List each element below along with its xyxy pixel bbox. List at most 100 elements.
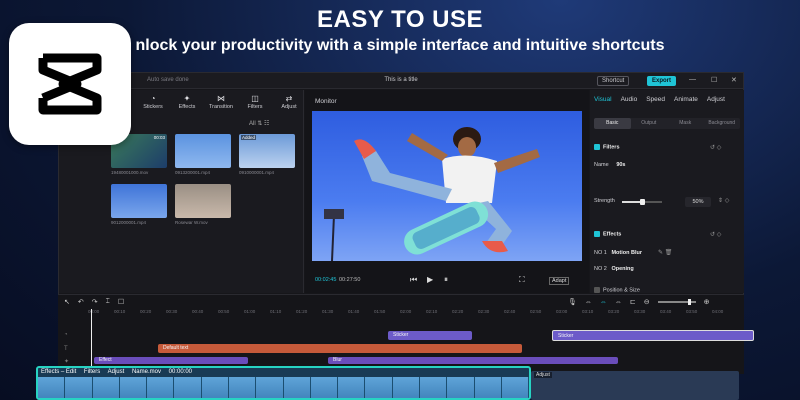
effects-checkbox[interactable] xyxy=(594,231,600,237)
subtab-mask[interactable]: Mask xyxy=(667,118,704,129)
pause-icon[interactable]: ⏸ xyxy=(444,275,448,285)
clip-duration: 00:00:00 xyxy=(168,369,193,375)
play-icon[interactable]: ▶ xyxy=(427,275,433,284)
ruler-tick-label: 00:40 xyxy=(192,309,204,314)
ruler-tick-label: 02:10 xyxy=(426,309,438,314)
clip-frame xyxy=(119,377,148,398)
preview-axis-icon[interactable]: ⇔ xyxy=(615,299,622,306)
snap-icon[interactable]: ⇔ xyxy=(600,299,607,306)
project-title[interactable]: This is a title xyxy=(59,77,743,83)
export-button[interactable]: Export xyxy=(647,76,677,86)
effects-reset-icon[interactable]: ↺ ◇ xyxy=(710,231,721,238)
skater-illustration xyxy=(324,127,540,261)
ruler-tick-label: 02:20 xyxy=(452,309,464,314)
undo-icon[interactable]: ↶ xyxy=(78,298,84,306)
subtab-basic[interactable]: Basic xyxy=(594,118,631,129)
mic-icon[interactable]: 🎙 xyxy=(568,298,577,306)
clip-effects-label[interactable]: Effects – Edit xyxy=(41,369,76,375)
subtab-background[interactable]: Background xyxy=(704,118,741,129)
clip-adjust-label[interactable]: Adjust xyxy=(108,369,125,375)
clip-frames xyxy=(38,377,529,398)
media-thumb[interactable] xyxy=(111,184,167,218)
position-checkbox[interactable] xyxy=(594,287,600,293)
transition-icon: ⋈ xyxy=(217,94,225,103)
main-video-clip[interactable]: Effects – Edit Filters Adjust Name.mov 0… xyxy=(36,366,531,400)
fullscreen-icon[interactable]: ⛶ xyxy=(519,275,525,285)
sticker-clip-selected[interactable]: Sticker xyxy=(552,330,754,341)
skip-back-icon[interactable]: ⏮ xyxy=(410,275,417,285)
thumb-caption: 19480001000.mov xyxy=(111,170,149,175)
tab-adjust[interactable]: Adjust xyxy=(707,96,725,103)
tab-visual[interactable]: Visual xyxy=(594,96,612,103)
toolbar-stickers[interactable]: ◔ Stickers xyxy=(139,94,167,110)
toolbar-filters[interactable]: ◫ Filters xyxy=(241,94,269,110)
ruler-tick-label: 01:20 xyxy=(296,309,308,314)
split-icon[interactable]: ⌶ xyxy=(106,298,110,306)
effect-clip[interactable]: Blur xyxy=(328,357,618,364)
ruler-tick-label: 01:40 xyxy=(348,309,360,314)
ruler-tick-label: 02:50 xyxy=(530,309,542,314)
ruler-tick-label: 02:40 xyxy=(504,309,516,314)
ruler-tick-label: 00:50 xyxy=(218,309,230,314)
close-icon[interactable]: ✕ xyxy=(731,76,737,84)
clip-frame xyxy=(228,377,257,398)
timeline-tools: ↖ ↶ ↷ ⌶ ☐ xyxy=(64,298,124,306)
subtab-output[interactable]: Output xyxy=(631,118,668,129)
clip-frame xyxy=(201,377,229,398)
select-icon[interactable]: ↖ xyxy=(64,298,70,306)
strength-value[interactable]: 50% xyxy=(685,197,711,207)
tab-speed[interactable]: Speed xyxy=(646,96,665,103)
titlebar: Auto save done This is a title Shortcut … xyxy=(59,73,743,89)
filters-section[interactable]: Filters xyxy=(594,144,620,150)
asset-toolbar: ◔ Stickers ✦ Effects ⋈ Transition ◫ Filters … xyxy=(139,94,303,110)
adapt-button[interactable]: Adapt xyxy=(549,277,570,285)
clip-frame xyxy=(92,377,120,398)
position-section[interactable]: Position & Size xyxy=(594,287,640,293)
reset-icon[interactable]: ↺ ◇ xyxy=(710,144,721,151)
redo-icon[interactable]: ↷ xyxy=(92,298,98,306)
tab-animate[interactable]: Animate xyxy=(674,96,698,103)
toolbar-effects[interactable]: ✦ Effects xyxy=(173,94,201,110)
zoom-in-icon[interactable]: ⊕ xyxy=(704,298,710,306)
secondary-video-clip[interactable]: Adjust xyxy=(531,371,739,400)
link-icon[interactable]: ⇔ xyxy=(585,299,592,306)
ruler-tick-label: 00:20 xyxy=(140,309,152,314)
toolbar-adjust[interactable]: ⇄ Adjust xyxy=(275,94,303,110)
media-filter[interactable]: All ⇅ ☷ xyxy=(249,120,269,127)
effects-section[interactable]: Effects xyxy=(594,231,621,237)
thumb-caption: Rosewar W.mov xyxy=(175,220,208,225)
filters-checkbox[interactable] xyxy=(594,144,600,150)
effect-clip[interactable]: Effect xyxy=(94,357,248,364)
text-clip[interactable]: Default text xyxy=(158,344,522,353)
thumb-caption: 9012000001.mp4 xyxy=(111,220,147,225)
strength-slider-knob[interactable] xyxy=(640,199,645,205)
media-thumb[interactable] xyxy=(175,184,231,218)
media-thumb[interactable]: Added xyxy=(239,134,295,168)
edit-icon[interactable]: ✎ 🗑 xyxy=(658,249,672,256)
toolbar-transition[interactable]: ⋈ Transition xyxy=(207,94,235,110)
magnet-icon[interactable]: ⊏ xyxy=(630,298,636,306)
ruler-tick-label: 02:00 xyxy=(400,309,412,314)
media-thumb[interactable] xyxy=(175,134,231,168)
timeline-right-tools: 🎙 ⇔ ⇔ ⇔ ⊏ ⊖ ⊕ xyxy=(568,298,710,307)
strength-slider[interactable] xyxy=(622,199,662,205)
sticker-clip[interactable]: Sticker xyxy=(388,331,472,340)
tab-audio[interactable]: Audio xyxy=(621,96,638,103)
shortcut-button[interactable]: Shortcut xyxy=(597,76,630,86)
filters-icon: ◫ xyxy=(251,94,259,103)
minimize-icon[interactable]: — xyxy=(689,76,696,83)
zoom-slider[interactable] xyxy=(657,299,696,305)
video-preview[interactable] xyxy=(312,111,582,261)
zoom-out-icon[interactable]: ⊖ xyxy=(644,298,650,306)
ruler-tick-label: 01:30 xyxy=(322,309,334,314)
keyframe-icon[interactable]: ⇕ ◇ xyxy=(718,197,729,204)
monitor-controls: 00:02:45 00:27:50 ⏮ ▶ ⏸ ⛶ Adapt xyxy=(305,274,589,288)
timeline-ruler[interactable]: 00:00 00:10 00:20 00:30 00:40 00:50 01:00 01:10… xyxy=(88,309,728,317)
ruler-tick-label: 04:00 xyxy=(712,309,724,314)
delete-icon[interactable]: ☐ xyxy=(118,298,124,306)
maximize-icon[interactable]: ☐ xyxy=(711,76,717,84)
inspector-panel: Visual Audio Speed Animate Adjust Basic … xyxy=(590,90,744,293)
effect-row-1: NO 1 Motion Blur xyxy=(594,250,642,256)
clip-filters-label[interactable]: Filters xyxy=(84,369,100,375)
zoom-knob[interactable] xyxy=(687,299,691,305)
